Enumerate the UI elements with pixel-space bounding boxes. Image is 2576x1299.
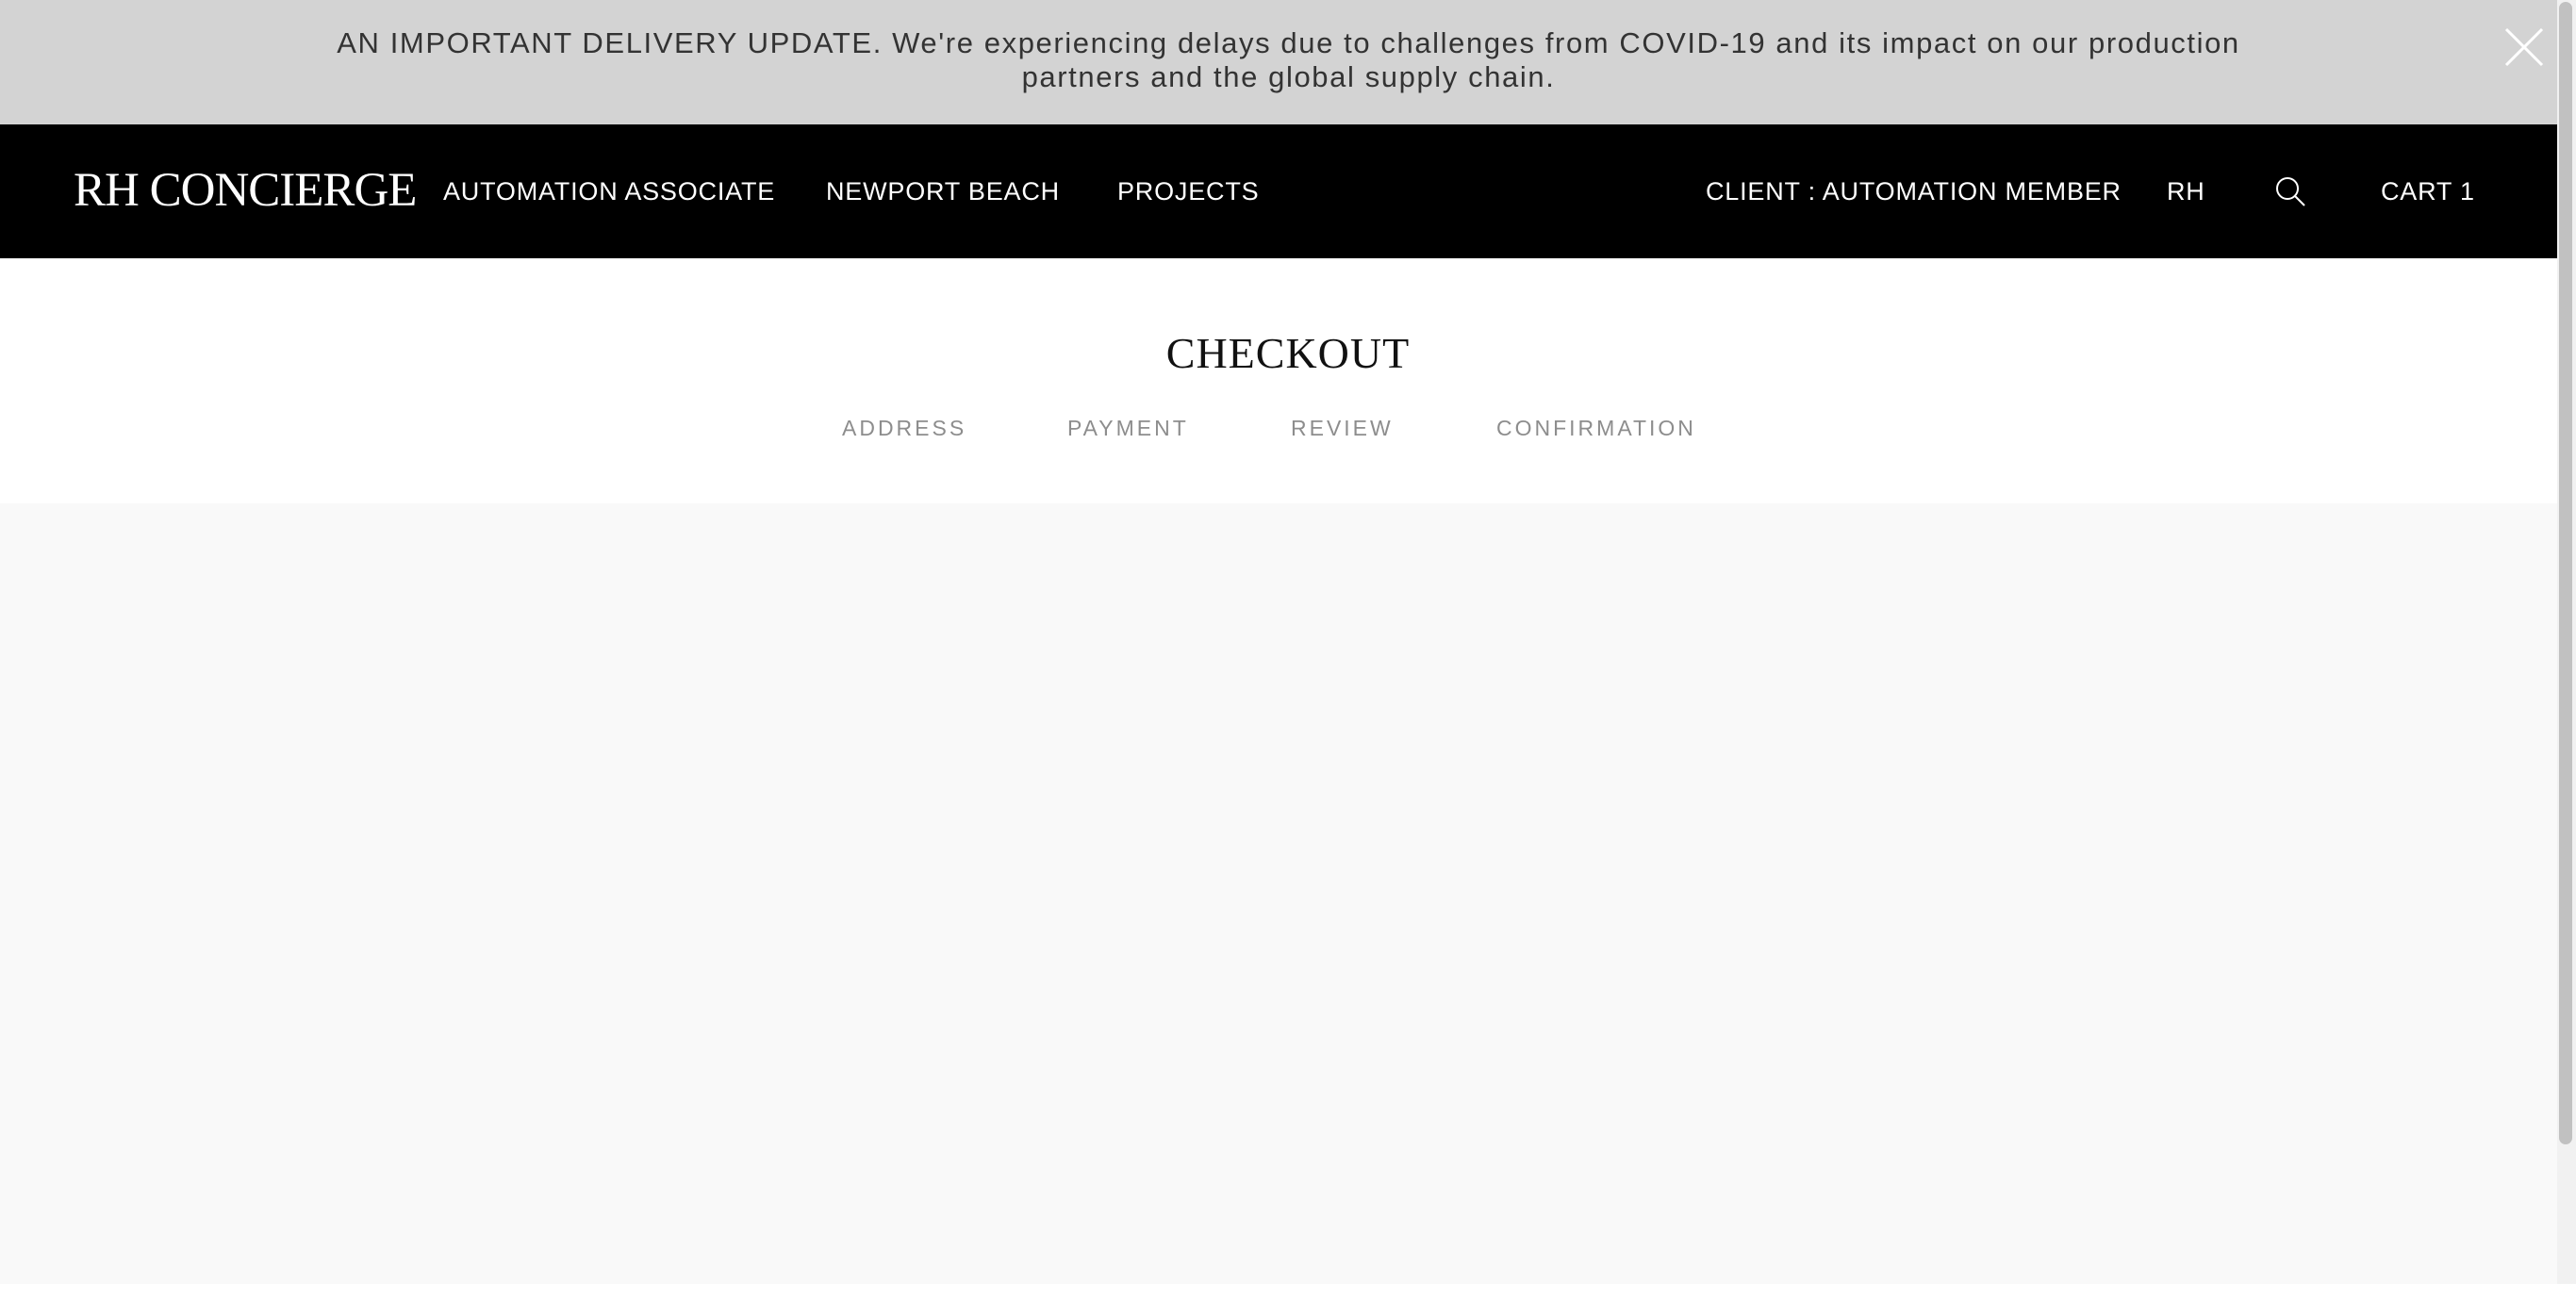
step-review: REVIEW xyxy=(1291,416,1394,440)
cart-link[interactable]: CART 1 xyxy=(2381,175,2475,207)
page: AN IMPORTANT DELIVERY UPDATE. We're expe… xyxy=(0,0,2576,1299)
close-icon[interactable] xyxy=(2504,27,2544,67)
checkout-header: CHECKOUT ADDRESS PAYMENT REVIEW CONFIRMA… xyxy=(0,258,2557,503)
scrollbar-thumb[interactable] xyxy=(2559,2,2572,1144)
search-icon[interactable] xyxy=(2274,175,2306,207)
nav-location[interactable]: NEWPORT BEACH xyxy=(826,175,1060,207)
nav-projects[interactable]: PROJECTS xyxy=(1117,175,1259,207)
rh-brand-link[interactable]: RH xyxy=(2167,175,2205,207)
step-confirmation: CONFIRMATION xyxy=(1496,416,1696,440)
step-address: ADDRESS xyxy=(842,416,967,440)
site-header: RH CONCIERGE AUTOMATION ASSOCIATE NEWPOR… xyxy=(0,124,2557,258)
nav-associate[interactable]: AUTOMATION ASSOCIATE xyxy=(443,175,775,207)
step-payment: PAYMENT xyxy=(1067,416,1189,440)
page-bottom xyxy=(0,1284,2576,1299)
page-title: CHECKOUT xyxy=(1165,329,1411,377)
announcement-banner: AN IMPORTANT DELIVERY UPDATE. We're expe… xyxy=(0,0,2557,124)
checkout-content xyxy=(0,503,2557,1284)
banner-message: AN IMPORTANT DELIVERY UPDATE. We're expe… xyxy=(337,26,2240,93)
rh-concierge-logo[interactable]: RH CONCIERGE xyxy=(74,162,417,219)
client-account-link[interactable]: CLIENT : AUTOMATION MEMBER xyxy=(1706,175,2122,207)
